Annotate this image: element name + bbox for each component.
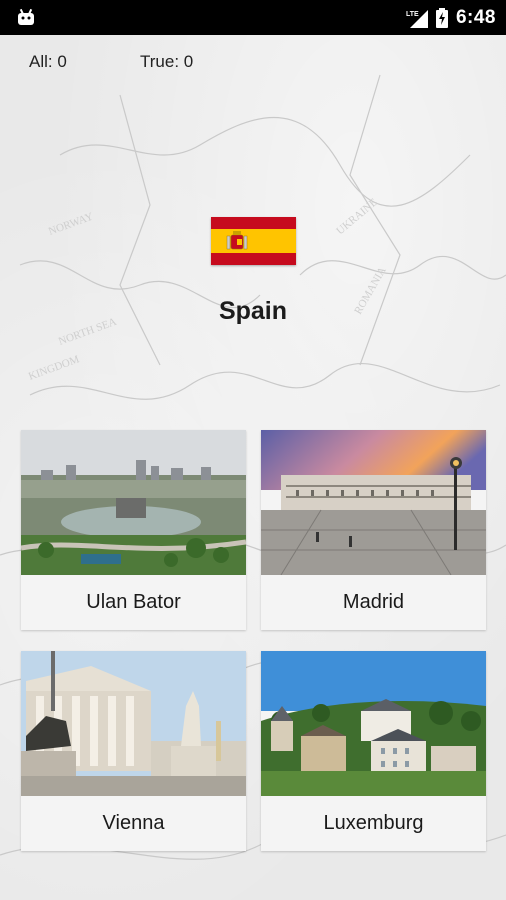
answer-card-luxemburg[interactable]: Luxemburg	[261, 651, 486, 851]
ulan-bator-city-photo	[21, 430, 246, 575]
madrid-royal-palace-photo	[261, 430, 486, 575]
clock: 6:48	[455, 6, 496, 28]
answer-label: Luxemburg	[323, 812, 424, 834]
svg-text:UKRAINE: UKRAINE	[334, 196, 380, 237]
country-name: Spain	[218, 297, 288, 325]
answer-label: Madrid	[342, 591, 405, 613]
status-bar: LTE 6:48	[0, 0, 506, 35]
vienna-parliament-photo	[21, 651, 246, 796]
android-icon	[18, 8, 34, 25]
all-counter: All: 0	[29, 52, 67, 71]
answer-card-vienna[interactable]: Vienna	[21, 651, 246, 851]
luxemburg-town-photo	[261, 651, 486, 796]
lte-signal-icon: LTE	[406, 9, 428, 28]
answer-card-ulan-bator[interactable]: Ulan Bator	[21, 430, 246, 630]
spain-flag-icon	[211, 217, 296, 265]
answer-label: Ulan Bator	[86, 591, 181, 613]
svg-text:LTE: LTE	[406, 11, 419, 18]
answer-card-madrid[interactable]: Madrid	[261, 430, 486, 630]
true-counter: True: 0	[140, 52, 194, 71]
answer-label: Vienna	[102, 812, 165, 834]
battery-charging-icon	[435, 7, 448, 28]
svg-text:NORWAY: NORWAY	[47, 211, 95, 238]
svg-text:KINGDOM: KINGDOM	[27, 353, 81, 383]
